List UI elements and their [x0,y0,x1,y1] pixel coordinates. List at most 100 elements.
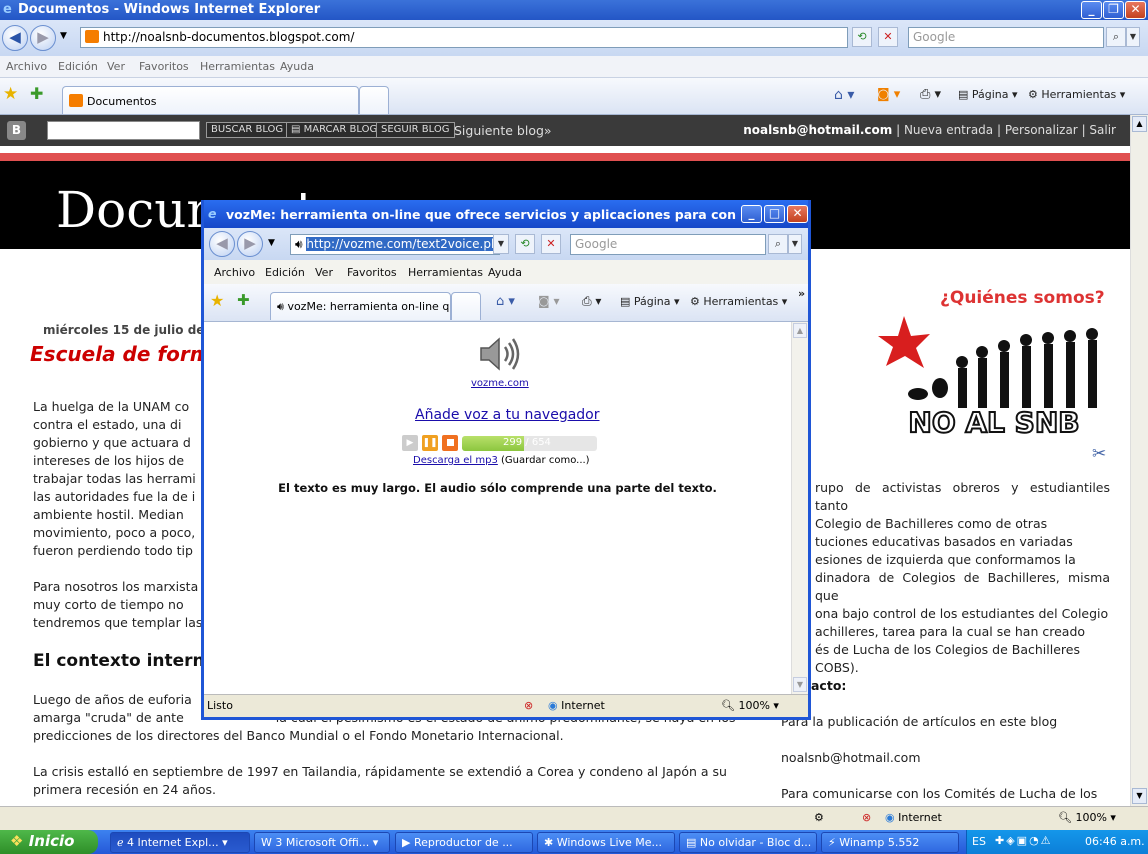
popup-add-favorite-icon[interactable]: ✚ [237,291,250,309]
popup-print-icon[interactable]: ⎙ ▾ [582,294,601,309]
task-media-player[interactable]: ▶ Reproductor de ... [395,832,533,853]
popup-minimize-button[interactable]: _ [741,205,762,223]
popup-history-dropdown-icon[interactable]: ▼ [268,238,275,248]
task-internet-explorer[interactable]: ℯ 4 Internet Expl... ▾ [110,832,250,853]
popup-scrollbar[interactable]: ▲ ▼ [791,322,808,694]
speaker-favicon-icon: 🔊︎ [295,237,303,251]
download-mp3-link[interactable]: Descarga el mp3 [413,455,498,466]
popup-home-icon[interactable]: ⌂ ▾ [496,294,515,309]
menu-edicion[interactable]: Edición [58,60,98,73]
speaker-icon[interactable] [479,336,521,372]
page-menu-button[interactable]: ▤ Página ▾ [958,88,1018,101]
edit-gadget-icon[interactable]: ✂ [1092,444,1106,464]
menu-favoritos[interactable]: Favoritos [139,60,189,73]
history-dropdown-icon[interactable]: ▼ [60,31,67,41]
scroll-up-button[interactable]: ▲ [1132,116,1147,132]
forward-button[interactable]: ▶ [30,25,56,51]
tray-icons[interactable]: ✚◈▣◔⚠ [995,834,1053,847]
vozme-popup-window: e vozMe: herramienta on-line que ofrece … [201,200,811,720]
popup-zoom-control[interactable]: 🔍︎ 100% ▾ [721,699,779,712]
bookmark-blog-button[interactable]: ▤ MARCAR BLOG [286,122,383,138]
address-bar[interactable]: http://noalsnb-documentos.blogspot.com/ [80,27,848,48]
menu-ver[interactable]: Ver [107,60,125,73]
pause-button[interactable]: ❚❚ [422,435,438,451]
popup-stop-button[interactable]: ✕ [541,234,561,254]
popup-refresh-button[interactable]: ⟲ [515,234,535,254]
new-tab-button[interactable] [359,86,389,114]
popup-search-button[interactable]: ⌕ [768,234,788,254]
next-blog-link[interactable]: Siguiente blog» [454,123,552,138]
popup-menu-favoritos[interactable]: Favoritos [347,266,397,279]
menu-herramientas[interactable]: Herramientas [200,60,275,73]
popup-menu-archivo[interactable]: Archivo [214,266,255,279]
task-notepad[interactable]: ▤ No olvidar - Bloc d... [679,832,817,853]
vozme-site-link[interactable]: vozme.com [471,378,529,389]
rss-feed-icon[interactable]: ◙ ▾ [877,87,900,102]
add-voice-link[interactable]: Añade voz a tu navegador [415,407,600,423]
popup-tab-vozme[interactable]: 🔊︎ vozMe: herramienta on-line q... [270,292,451,320]
popup-scroll-down-button[interactable]: ▼ [793,677,807,692]
popup-rss-feed-icon[interactable]: ◙ ▾ [538,294,559,308]
popup-forward-button[interactable]: ▶ [237,231,263,257]
stop-button[interactable]: ✕ [878,27,898,47]
minimize-button[interactable]: _ [1081,1,1102,19]
popup-tools-menu-button[interactable]: ⚙ Herramientas ▾ [690,295,787,308]
contact-email[interactable]: noalsnb@hotmail.com [781,750,921,765]
address-toolbar: ◀ ▶ ▼ http://noalsnb-documentos.blogspot… [0,20,1148,56]
search-input[interactable]: Google [908,27,1104,48]
popup-maximize-button[interactable]: □ [764,205,785,223]
play-button[interactable]: ▶ [402,435,418,451]
search-blog-button[interactable]: BUSCAR BLOG [206,122,289,138]
blog-search-input[interactable] [47,121,200,140]
popup-menu-ayuda[interactable]: Ayuda [488,266,522,279]
blogger-logo-icon[interactable]: B [7,121,26,140]
search-options-icon[interactable]: ▼ [1126,27,1140,47]
customize-link[interactable]: Personalizar [1005,123,1078,137]
post-title[interactable]: Escuela de form [30,342,211,366]
popup-menu-edicion[interactable]: Edición [265,266,305,279]
start-button[interactable]: ❖ Inicio [0,830,98,854]
zoom-control[interactable]: 🔍︎ 100% ▾ [1058,811,1116,824]
print-icon[interactable]: ⎙ ▾ [920,87,941,102]
task-live-messenger[interactable]: ✱ Windows Live Me... [537,832,675,853]
menu-archivo[interactable]: Archivo [6,60,47,73]
menu-ayuda[interactable]: Ayuda [280,60,314,73]
popup-menu-ver[interactable]: Ver [315,266,333,279]
tab-documentos[interactable]: Documentos [62,86,359,114]
no-al-snb-logo[interactable]: NO AL SNB [878,316,1110,438]
playback-progress-bar[interactable]: 299 / 654 [462,436,597,451]
home-icon[interactable]: ⌂ ▾ [834,87,854,103]
language-indicator[interactable]: ES [972,835,986,848]
main-title-bar: e Documentos - Windows Internet Explorer… [0,0,1148,20]
search-button[interactable]: ⌕ [1106,27,1126,47]
back-button[interactable]: ◀ [2,25,28,51]
popup-address-dropdown[interactable]: ▼ [493,234,509,254]
sign-out-link[interactable]: Salir [1089,123,1116,137]
favorites-star-icon[interactable]: ★ [3,84,18,104]
tools-menu-button[interactable]: ⚙ Herramientas ▾ [1028,88,1125,101]
popup-back-button[interactable]: ◀ [209,231,235,257]
restore-button[interactable]: ❐ [1103,1,1124,19]
clock[interactable]: 06:46 a.m. [1085,835,1145,848]
refresh-button[interactable]: ⟲ [852,27,872,47]
popup-address-bar[interactable]: 🔊︎ http://vozme.com/text2voice.php [290,234,500,255]
add-favorite-icon[interactable]: ✚ [30,84,43,103]
popup-page-menu-button[interactable]: ▤ Página ▾ [620,295,680,308]
close-button[interactable]: ✕ [1125,1,1146,19]
popup-scroll-up-button[interactable]: ▲ [793,323,807,338]
page-scrollbar[interactable]: ▲ ▼ [1130,115,1148,806]
stop-playback-button[interactable] [442,435,458,451]
task-microsoft-office[interactable]: W 3 Microsoft Offi... ▾ [254,832,390,853]
popup-search-options-icon[interactable]: ▼ [788,234,802,254]
popup-more-chevron-icon[interactable]: » [798,287,805,300]
popup-menu-herramientas[interactable]: Herramientas [408,266,483,279]
new-post-link[interactable]: Nueva entrada [904,123,993,137]
popup-favorites-star-icon[interactable]: ★ [210,291,224,310]
popup-search-input[interactable]: Google [570,234,766,255]
popup-close-button[interactable]: ✕ [787,205,808,223]
follow-blog-button[interactable]: SEGUIR BLOG [376,122,455,138]
task-winamp[interactable]: ⚡ Winamp 5.552 [821,832,959,853]
scroll-down-button[interactable]: ▼ [1132,788,1147,804]
popup-new-tab-button[interactable] [451,292,481,320]
popup-menu-bar: Archivo Edición Ver Favoritos Herramient… [204,260,808,284]
